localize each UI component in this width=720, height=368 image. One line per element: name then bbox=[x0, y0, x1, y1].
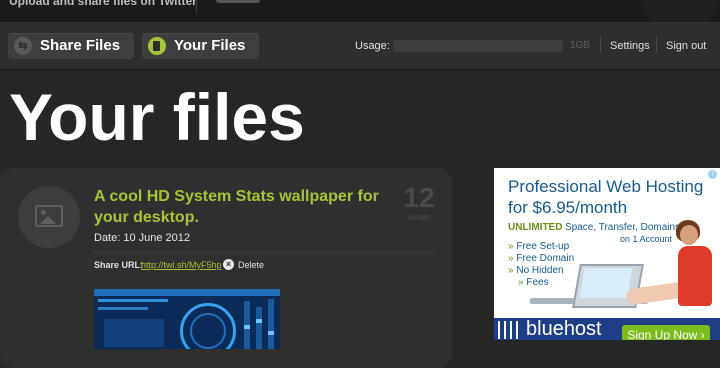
nav-bar: ⇆ Share Files Your Files Usage: 1GB Sett… bbox=[0, 22, 720, 70]
usage-bar bbox=[393, 40, 563, 52]
preview-detail bbox=[98, 307, 148, 310]
settings-link[interactable]: Settings bbox=[610, 40, 650, 52]
header-logo-decoration bbox=[640, 0, 720, 22]
file-date: Date: 10 June 2012 bbox=[94, 232, 191, 244]
ad-choices-icon[interactable]: i bbox=[708, 170, 717, 179]
ad-laptop-screen bbox=[579, 268, 633, 298]
ad-feature-list: Free Set-up Free Domain No Hidden Fees bbox=[508, 241, 574, 289]
card-divider bbox=[94, 252, 436, 253]
nav-separator bbox=[656, 38, 657, 52]
image-icon-mountain bbox=[40, 216, 56, 224]
ad-features: Space, Transfer, Domains bbox=[565, 222, 681, 233]
ad-account: on 1 Account bbox=[620, 234, 673, 244]
share-files-button[interactable]: ⇆ Share Files bbox=[8, 33, 134, 59]
file-icon bbox=[148, 37, 166, 55]
ad-feature-item: Free Domain bbox=[508, 253, 574, 265]
ad-feature-item: Fees bbox=[508, 277, 574, 289]
delete-link[interactable]: Delete bbox=[238, 260, 264, 270]
ad-brand: bluehost bbox=[526, 318, 602, 340]
preview-meter-level bbox=[268, 331, 274, 335]
nav-separator bbox=[600, 38, 601, 52]
share-url-label: Share URL: bbox=[94, 260, 144, 270]
file-card: A cool HD System Stats wallpaper for you… bbox=[0, 168, 452, 368]
share-icon: ⇆ bbox=[14, 37, 32, 55]
file-thumbnail[interactable] bbox=[18, 186, 80, 248]
preview-meter bbox=[256, 307, 262, 349]
your-files-button[interactable]: Your Files bbox=[142, 33, 259, 59]
preview-meter-level bbox=[256, 319, 262, 323]
delete-icon[interactable]: × bbox=[223, 259, 234, 270]
views-count: 12 bbox=[403, 182, 435, 213]
ad-person-illustration bbox=[678, 246, 712, 306]
preview-gauge-inner bbox=[190, 313, 226, 349]
wallpaper-preview-image[interactable] bbox=[94, 289, 280, 349]
ad-person-illustration bbox=[680, 225, 698, 245]
ad-price: for $6.95/month bbox=[508, 198, 628, 217]
views-label: views bbox=[407, 212, 431, 222]
bluehost-logo-icon bbox=[498, 321, 520, 339]
share-url-link[interactable]: http://twi.sh/MyF5hp bbox=[141, 260, 222, 270]
image-icon-sun bbox=[41, 210, 46, 215]
site-tagline: Upload and share files on Twitter bbox=[9, 0, 197, 8]
header-divider bbox=[196, 0, 197, 14]
header-button[interactable] bbox=[216, 0, 260, 3]
page-title: Your files bbox=[9, 80, 305, 154]
file-title[interactable]: A cool HD System Stats wallpaper for you… bbox=[94, 186, 394, 228]
usage-total: 1GB bbox=[570, 40, 591, 51]
your-files-label: Your Files bbox=[174, 37, 246, 54]
preview-panel bbox=[104, 319, 164, 347]
preview-meter bbox=[268, 299, 274, 349]
ad-signup-button[interactable]: Sign Up Now › bbox=[622, 325, 710, 340]
preview-detail bbox=[98, 299, 168, 302]
preview-meter-level bbox=[244, 325, 250, 329]
advertisement-banner[interactable]: i Professional Web Hosting for $6.95/mon… bbox=[494, 168, 720, 340]
usage-label: Usage: bbox=[355, 40, 390, 52]
ad-feature-item: Free Set-up bbox=[508, 241, 574, 253]
preview-bar bbox=[94, 289, 280, 296]
ad-unlimited: UNLIMITED bbox=[508, 222, 563, 233]
share-files-label: Share Files bbox=[40, 37, 121, 54]
ad-headline: Professional Web Hosting bbox=[508, 177, 704, 196]
top-header: Upload and share files on Twitter bbox=[0, 0, 720, 22]
ad-feature-item: No Hidden bbox=[508, 265, 574, 277]
sign-out-link[interactable]: Sign out bbox=[666, 40, 706, 52]
